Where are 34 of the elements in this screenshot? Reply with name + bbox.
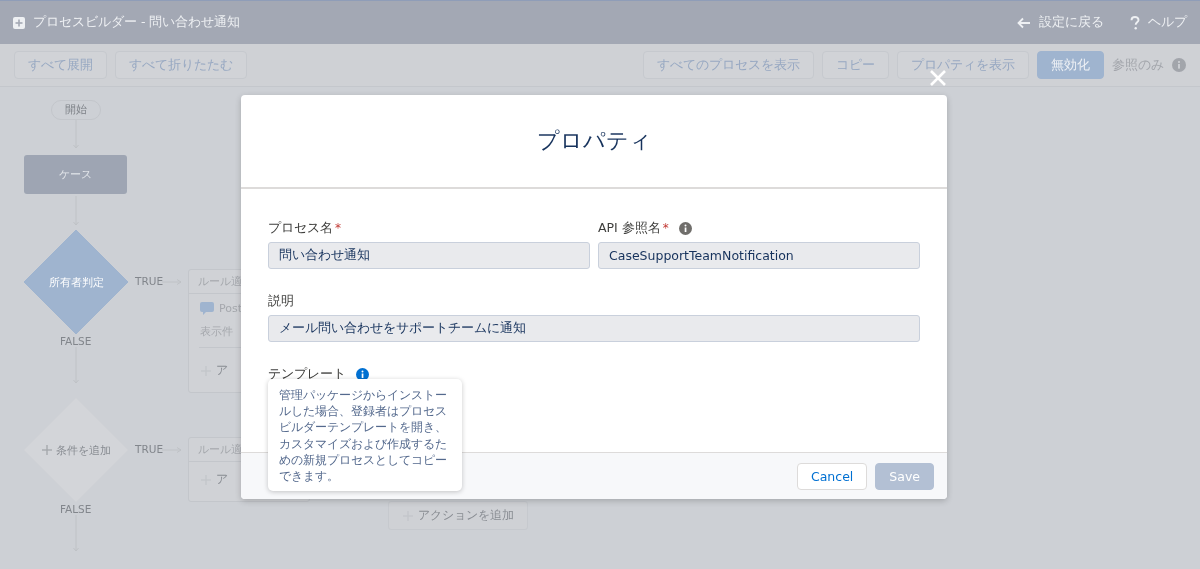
plus-square-icon	[13, 16, 25, 29]
deactivate-button[interactable]: 無効化	[1037, 51, 1104, 79]
back-arrow-icon	[1017, 16, 1031, 29]
modal-title: プロパティ	[536, 127, 652, 155]
required-mark: *	[662, 221, 669, 235]
info-icon	[1172, 58, 1186, 72]
window-title: プロセスビルダー - 問い合わせ通知	[33, 14, 242, 31]
chat-bubble-icon	[200, 302, 214, 315]
false-label: FALSE	[60, 503, 92, 515]
decision-diamond[interactable]	[23, 397, 129, 503]
add-action-button[interactable]: アクションを追加	[388, 501, 528, 530]
false-label: FALSE	[60, 335, 92, 347]
true-label: TRUE	[135, 443, 164, 455]
header-link[interactable]: 設定に戻る	[1017, 14, 1104, 31]
cancel-button[interactable]: Cancel	[796, 462, 868, 490]
text-field[interactable]: メール問い合わせをサポートチームに通知	[268, 315, 920, 342]
add-action-link[interactable]: ア	[216, 362, 228, 379]
text-field[interactable]: CaseSupportTeamNotification	[598, 242, 920, 269]
true-label: TRUE	[135, 275, 164, 287]
field-label: プロセス名	[268, 219, 333, 237]
tooltip: 管理パッケージからインストールした場合、登録者はプロセスビルダーテンプレートを開き、カスタマイズおよび作成するための新規プロセスとしてコピーできます。	[268, 379, 462, 492]
text-field[interactable]: 問い合わせ通知	[268, 242, 590, 269]
close-icon[interactable]	[929, 69, 947, 87]
info-icon	[356, 367, 369, 381]
field-label: 説明	[268, 292, 294, 310]
field-label: API 参照名	[598, 219, 661, 237]
required-mark: *	[335, 221, 341, 235]
condition-label: 条件を追加	[55, 442, 111, 458]
plus-icon	[41, 445, 52, 455]
help-icon	[1130, 15, 1140, 30]
header-link[interactable]: ヘルプ	[1130, 14, 1187, 31]
decision-diamond[interactable]	[23, 229, 129, 335]
add-action-link[interactable]: ア	[216, 471, 228, 488]
condition-label: 所有者判定	[48, 274, 104, 290]
